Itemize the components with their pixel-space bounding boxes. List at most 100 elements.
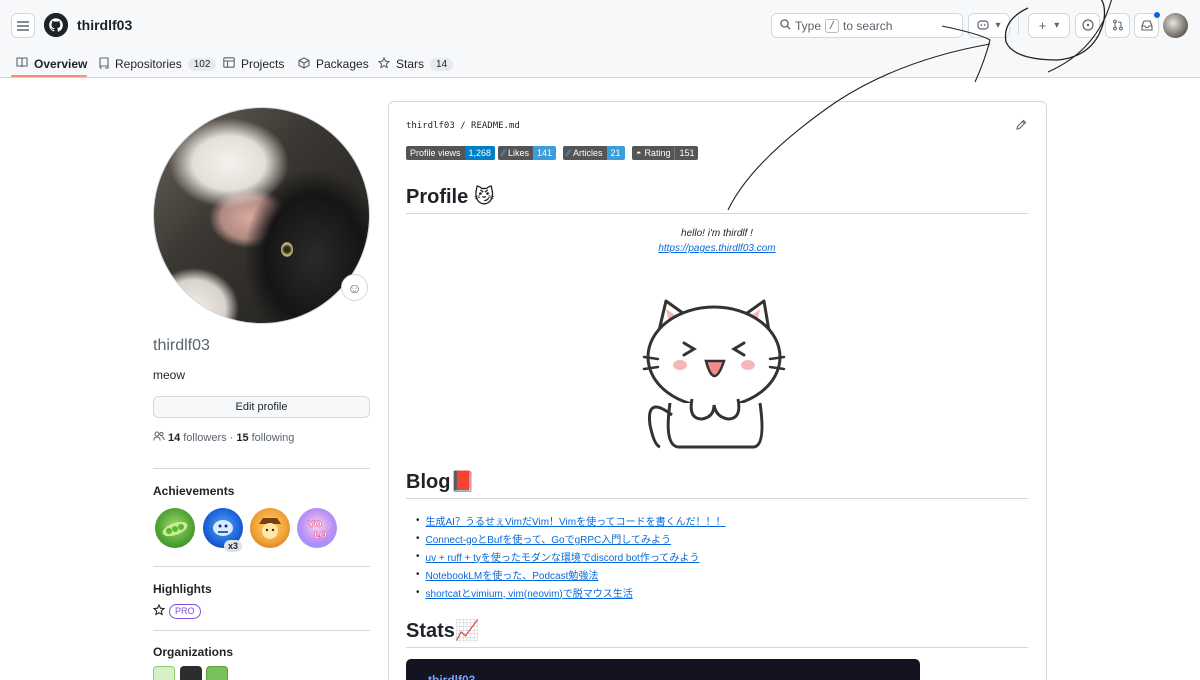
org-avatar[interactable] bbox=[180, 666, 202, 680]
achievement-yolo-icon[interactable]: YO LO bbox=[297, 508, 337, 548]
tab-projects-label: Projects bbox=[241, 57, 285, 71]
profile-tabs: Overview Repositories 102 Projects Packa… bbox=[0, 50, 800, 78]
articles-badge[interactable]: ⁄⁄ Articles 21 bbox=[563, 146, 625, 160]
likes-badge-label-wrap: ⁄⁄ Likes bbox=[498, 146, 534, 160]
pro-highlight: PRO bbox=[152, 603, 201, 619]
star-icon bbox=[152, 603, 166, 619]
hello-text: hello! i'm thirdlf ! bbox=[681, 228, 753, 239]
search-input[interactable]: Type / to search bbox=[771, 13, 963, 38]
following-label[interactable]: following bbox=[252, 432, 295, 444]
followers-label[interactable]: followers bbox=[183, 432, 226, 444]
achievements-title[interactable]: Achievements bbox=[153, 484, 234, 498]
edit-readme-button[interactable] bbox=[1015, 119, 1027, 134]
rating-label: Rating bbox=[644, 148, 671, 158]
github-stats-card: thirdlf03 bbox=[406, 659, 920, 680]
followers-count[interactable]: 14 bbox=[168, 432, 180, 444]
stats-heading: Stats📈 bbox=[406, 620, 480, 642]
highlights-title: Highlights bbox=[153, 582, 212, 596]
articles-badge-label-wrap: ⁄⁄ Articles bbox=[563, 146, 607, 160]
svg-text:YO: YO bbox=[307, 520, 322, 530]
atcoder-icon: ◓ bbox=[636, 148, 642, 158]
tab-packages[interactable]: Packages bbox=[298, 50, 369, 78]
tab-overview[interactable]: Overview bbox=[16, 50, 87, 78]
star-icon bbox=[377, 56, 391, 72]
stats-card-title: thirdlf03 bbox=[428, 673, 476, 680]
blog-post-link[interactable]: uv + ruff + tyを使ったモダンな環境でdiscord bot作ってみ… bbox=[416, 547, 726, 565]
search-suffix: to search bbox=[843, 18, 893, 33]
blog-post-list: 生成AI？うるせぇVimだVim！Vimを使ってコードを書くんだ！！！ Conn… bbox=[416, 511, 726, 601]
github-logo-icon[interactable] bbox=[44, 13, 68, 37]
articles-label: Articles bbox=[573, 148, 603, 158]
people-icon bbox=[153, 431, 165, 444]
profile-views-badge[interactable]: Profile views 1,268 bbox=[406, 146, 496, 160]
rating-value: 151 bbox=[674, 146, 699, 160]
pro-badge: PRO bbox=[169, 603, 201, 619]
svg-text:LO: LO bbox=[314, 531, 327, 541]
tab-overview-label: Overview bbox=[34, 57, 88, 71]
copilot-icon bbox=[977, 19, 990, 33]
follow-stats: 14 followers · 15 following bbox=[153, 431, 294, 444]
tab-projects[interactable]: Projects bbox=[223, 50, 284, 78]
book-icon bbox=[16, 57, 28, 71]
copilot-button[interactable]: ▾ bbox=[968, 13, 1010, 38]
blog-heading: Blog📕 bbox=[406, 471, 476, 493]
issue-circle-icon bbox=[1081, 18, 1094, 34]
blog-post-title[interactable]: uv + ruff + tyを使ったモダンな環境でdiscord bot作ってみ… bbox=[426, 549, 700, 564]
chevron-down-icon: ▾ bbox=[995, 20, 1001, 31]
user-avatar[interactable] bbox=[1163, 13, 1188, 38]
stars-count: 14 bbox=[430, 57, 454, 71]
issues-button[interactable] bbox=[1075, 13, 1100, 38]
pull-requests-button[interactable] bbox=[1105, 13, 1130, 38]
search-prefix: Type bbox=[795, 18, 822, 33]
top-header: thirdlf03 Type / to search ▾ + ▾ Overvie… bbox=[0, 0, 1200, 78]
following-count[interactable]: 15 bbox=[236, 432, 248, 444]
repo-icon bbox=[99, 56, 109, 72]
header-row: thirdlf03 Type / to search ▾ + ▾ bbox=[0, 0, 1200, 50]
pull-request-icon bbox=[1112, 18, 1124, 34]
menu-button[interactable] bbox=[11, 13, 35, 38]
org-avatar[interactable] bbox=[206, 666, 228, 680]
achievement-multiplier: x3 bbox=[224, 540, 243, 552]
blog-post-link[interactable]: Connect-goとBufを使って、GoでgRPC入門してみよう bbox=[416, 529, 726, 547]
profile-views-label: Profile views bbox=[406, 146, 465, 160]
blog-post-title[interactable]: NotebookLMを使った、Podcast勉強法 bbox=[426, 567, 599, 582]
header-username[interactable]: thirdlf03 bbox=[77, 17, 132, 33]
edit-profile-button[interactable]: Edit profile bbox=[153, 396, 370, 418]
rating-badge[interactable]: ◓ Rating 151 bbox=[632, 146, 699, 160]
blog-post-link[interactable]: 生成AI？うるせぇVimだVim！Vimを使ってコードを書くんだ！！！ bbox=[416, 511, 726, 529]
create-new-button[interactable]: + ▾ bbox=[1028, 13, 1070, 38]
org-avatar[interactable] bbox=[153, 666, 175, 680]
readme-breadcrumb: thirdlf03 / README.md bbox=[406, 121, 520, 131]
repositories-count: 102 bbox=[187, 57, 217, 71]
blog-post-link[interactable]: NotebookLMを使った、Podcast勉強法 bbox=[416, 565, 726, 583]
blog-post-link[interactable]: shortcatとvimium, vim(neovim)で脱マウス生活 bbox=[416, 583, 726, 601]
blog-post-title[interactable]: Connect-goとBufを使って、GoでgRPC入門してみよう bbox=[426, 531, 671, 546]
likes-value: 141 bbox=[533, 146, 557, 160]
follow-separator: · bbox=[229, 431, 234, 444]
blog-post-title[interactable]: 生成AI？うるせぇVimだVim！Vimを使ってコードを書くんだ！！！ bbox=[426, 513, 726, 528]
blog-post-title[interactable]: shortcatとvimium, vim(neovim)で脱マウス生活 bbox=[426, 585, 633, 600]
search-shortcut-key: / bbox=[825, 18, 840, 33]
readme-filename[interactable]: README.md bbox=[471, 121, 520, 131]
likes-badge[interactable]: ⁄⁄ Likes 141 bbox=[498, 146, 557, 160]
inbox-button[interactable] bbox=[1134, 11, 1161, 38]
heading-rule bbox=[406, 213, 1028, 214]
tab-repositories[interactable]: Repositories 102 bbox=[99, 50, 217, 78]
tab-stars[interactable]: Stars 14 bbox=[377, 50, 454, 78]
section-divider bbox=[153, 630, 370, 631]
set-status-button[interactable]: ☺ bbox=[341, 274, 368, 301]
cat-eye bbox=[281, 242, 293, 257]
achievement-pair-extraordinaire-icon[interactable] bbox=[155, 508, 195, 548]
heading-rule bbox=[406, 498, 1028, 499]
active-tab-indicator bbox=[11, 75, 87, 77]
profile-avatar[interactable] bbox=[153, 107, 370, 324]
achievement-quickdraw-icon[interactable] bbox=[250, 508, 290, 548]
section-divider bbox=[153, 468, 370, 469]
search-icon bbox=[780, 18, 791, 33]
website-link[interactable]: https://pages.thirdlf03.com bbox=[406, 243, 1028, 254]
inbox-icon bbox=[1140, 18, 1153, 34]
tab-packages-label: Packages bbox=[316, 57, 369, 71]
articles-value: 21 bbox=[606, 146, 625, 160]
chevron-down-icon: ▾ bbox=[1054, 20, 1060, 31]
readme-owner[interactable]: thirdlf03 bbox=[406, 121, 455, 131]
